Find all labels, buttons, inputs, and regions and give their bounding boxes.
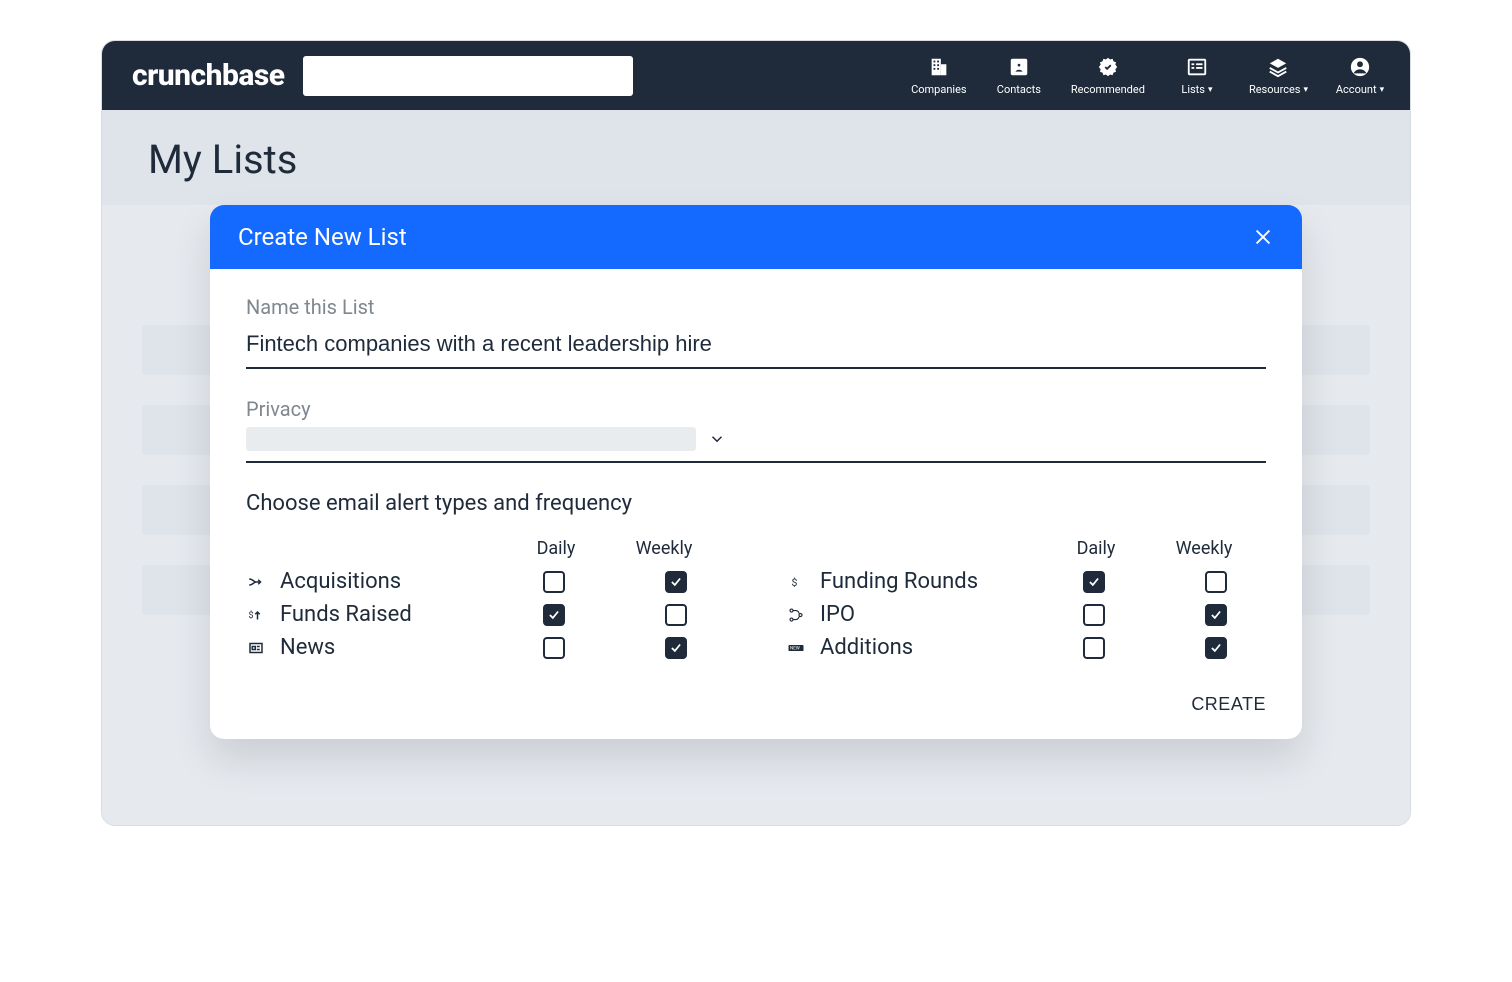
privacy-label: Privacy bbox=[246, 397, 1266, 421]
checkbox-acquisitions-weekly[interactable] bbox=[665, 571, 687, 593]
nav-label: Companies bbox=[911, 83, 967, 96]
svg-text:$: $ bbox=[249, 610, 254, 621]
name-field: Name this List bbox=[246, 295, 1266, 369]
nav-label: Resources▾ bbox=[1249, 83, 1308, 96]
topbar: crunchbase Companies Contacts Recomm bbox=[102, 41, 1410, 110]
checkbox-news-weekly[interactable] bbox=[665, 637, 687, 659]
svg-text:$: $ bbox=[792, 575, 798, 588]
page-header: My Lists bbox=[102, 110, 1410, 205]
col-daily: Daily bbox=[1066, 538, 1126, 559]
modal-body: Name this List Privacy Choose email aler… bbox=[210, 269, 1302, 686]
dollar-icon: $ bbox=[786, 572, 806, 592]
alert-label: Additions bbox=[820, 635, 1050, 660]
modal-title: Create New List bbox=[238, 223, 407, 251]
content-area: Create New List Name this List Privacy bbox=[102, 205, 1410, 825]
list-icon bbox=[1185, 55, 1209, 79]
app-window: crunchbase Companies Contacts Recomm bbox=[101, 40, 1411, 826]
checkbox-funding-rounds-daily[interactable] bbox=[1083, 571, 1105, 593]
nav-companies[interactable]: Companies bbox=[911, 55, 967, 96]
col-weekly: Weekly bbox=[634, 538, 694, 559]
building-icon bbox=[927, 55, 951, 79]
layers-icon bbox=[1266, 55, 1290, 79]
checkbox-acquisitions-daily[interactable] bbox=[543, 571, 565, 593]
alert-row-funds-raised: $ Funds Raised bbox=[246, 602, 726, 627]
alerts-col-right: Daily Weekly $ Funding Rounds IPO bbox=[786, 538, 1266, 668]
nav-items: Companies Contacts Recommended Lists▾ bbox=[911, 55, 1388, 96]
checkbox-additions-daily[interactable] bbox=[1083, 637, 1105, 659]
nav-label: Lists▾ bbox=[1181, 83, 1212, 96]
chevron-down-icon: ▾ bbox=[1303, 85, 1308, 95]
checkbox-news-daily[interactable] bbox=[543, 637, 565, 659]
account-icon bbox=[1348, 55, 1372, 79]
nav-contacts[interactable]: Contacts bbox=[991, 55, 1047, 96]
new-badge-icon: NEW bbox=[786, 638, 806, 658]
alerts-section-title: Choose email alert types and frequency bbox=[246, 491, 1266, 516]
checkbox-additions-weekly[interactable] bbox=[1205, 637, 1227, 659]
contact-card-icon bbox=[1007, 55, 1031, 79]
checkbox-funds-raised-daily[interactable] bbox=[543, 604, 565, 626]
nav-label: Account▾ bbox=[1336, 83, 1384, 96]
col-weekly: Weekly bbox=[1174, 538, 1234, 559]
news-icon bbox=[246, 638, 266, 658]
chevron-down-icon: ▾ bbox=[1208, 85, 1213, 95]
modal-header: Create New List bbox=[210, 205, 1302, 269]
alert-row-acquisitions: Acquisitions bbox=[246, 569, 726, 594]
alert-label: Funding Rounds bbox=[820, 569, 1050, 594]
chevron-down-icon: ▾ bbox=[1380, 85, 1385, 95]
alerts-col-left: Daily Weekly Acquisitions $ Funds Raised bbox=[246, 538, 726, 668]
checkbox-funding-rounds-weekly[interactable] bbox=[1205, 571, 1227, 593]
merge-icon bbox=[246, 572, 266, 592]
modal-footer: CREATE bbox=[210, 686, 1302, 739]
close-button[interactable] bbox=[1252, 226, 1274, 248]
alert-label: Funds Raised bbox=[280, 602, 510, 627]
nav-lists[interactable]: Lists▾ bbox=[1169, 55, 1225, 96]
create-button[interactable]: CREATE bbox=[1191, 694, 1266, 715]
logo: crunchbase bbox=[132, 58, 285, 93]
nav-label: Recommended bbox=[1071, 83, 1145, 96]
alerts-grid: Daily Weekly Acquisitions $ Funds Raised bbox=[246, 538, 1266, 668]
nav-account[interactable]: Account▾ bbox=[1332, 55, 1388, 96]
alert-row-additions: NEW Additions bbox=[786, 635, 1266, 660]
dollar-up-icon: $ bbox=[246, 605, 266, 625]
chevron-down-icon[interactable] bbox=[708, 430, 726, 448]
nav-resources[interactable]: Resources▾ bbox=[1249, 55, 1308, 96]
list-name-input[interactable] bbox=[246, 325, 1266, 369]
name-label: Name this List bbox=[246, 295, 1266, 319]
page-title: My Lists bbox=[148, 136, 1364, 183]
checkbox-ipo-daily[interactable] bbox=[1083, 604, 1105, 626]
nav-label: Contacts bbox=[997, 83, 1041, 96]
alert-row-news: News bbox=[246, 635, 726, 660]
alert-label: IPO bbox=[820, 602, 1050, 627]
svg-text:NEW: NEW bbox=[790, 645, 800, 651]
nav-recommended[interactable]: Recommended bbox=[1071, 55, 1145, 96]
verified-icon bbox=[1096, 55, 1120, 79]
checkbox-ipo-weekly[interactable] bbox=[1205, 604, 1227, 626]
privacy-field: Privacy bbox=[246, 397, 1266, 463]
alert-label: Acquisitions bbox=[280, 569, 510, 594]
network-icon bbox=[786, 605, 806, 625]
checkbox-funds-raised-weekly[interactable] bbox=[665, 604, 687, 626]
col-daily: Daily bbox=[526, 538, 586, 559]
create-list-modal: Create New List Name this List Privacy bbox=[210, 205, 1302, 739]
alert-label: News bbox=[280, 635, 510, 660]
search-input[interactable] bbox=[303, 56, 633, 96]
alert-row-funding-rounds: $ Funding Rounds bbox=[786, 569, 1266, 594]
privacy-select[interactable] bbox=[246, 427, 696, 451]
alert-row-ipo: IPO bbox=[786, 602, 1266, 627]
